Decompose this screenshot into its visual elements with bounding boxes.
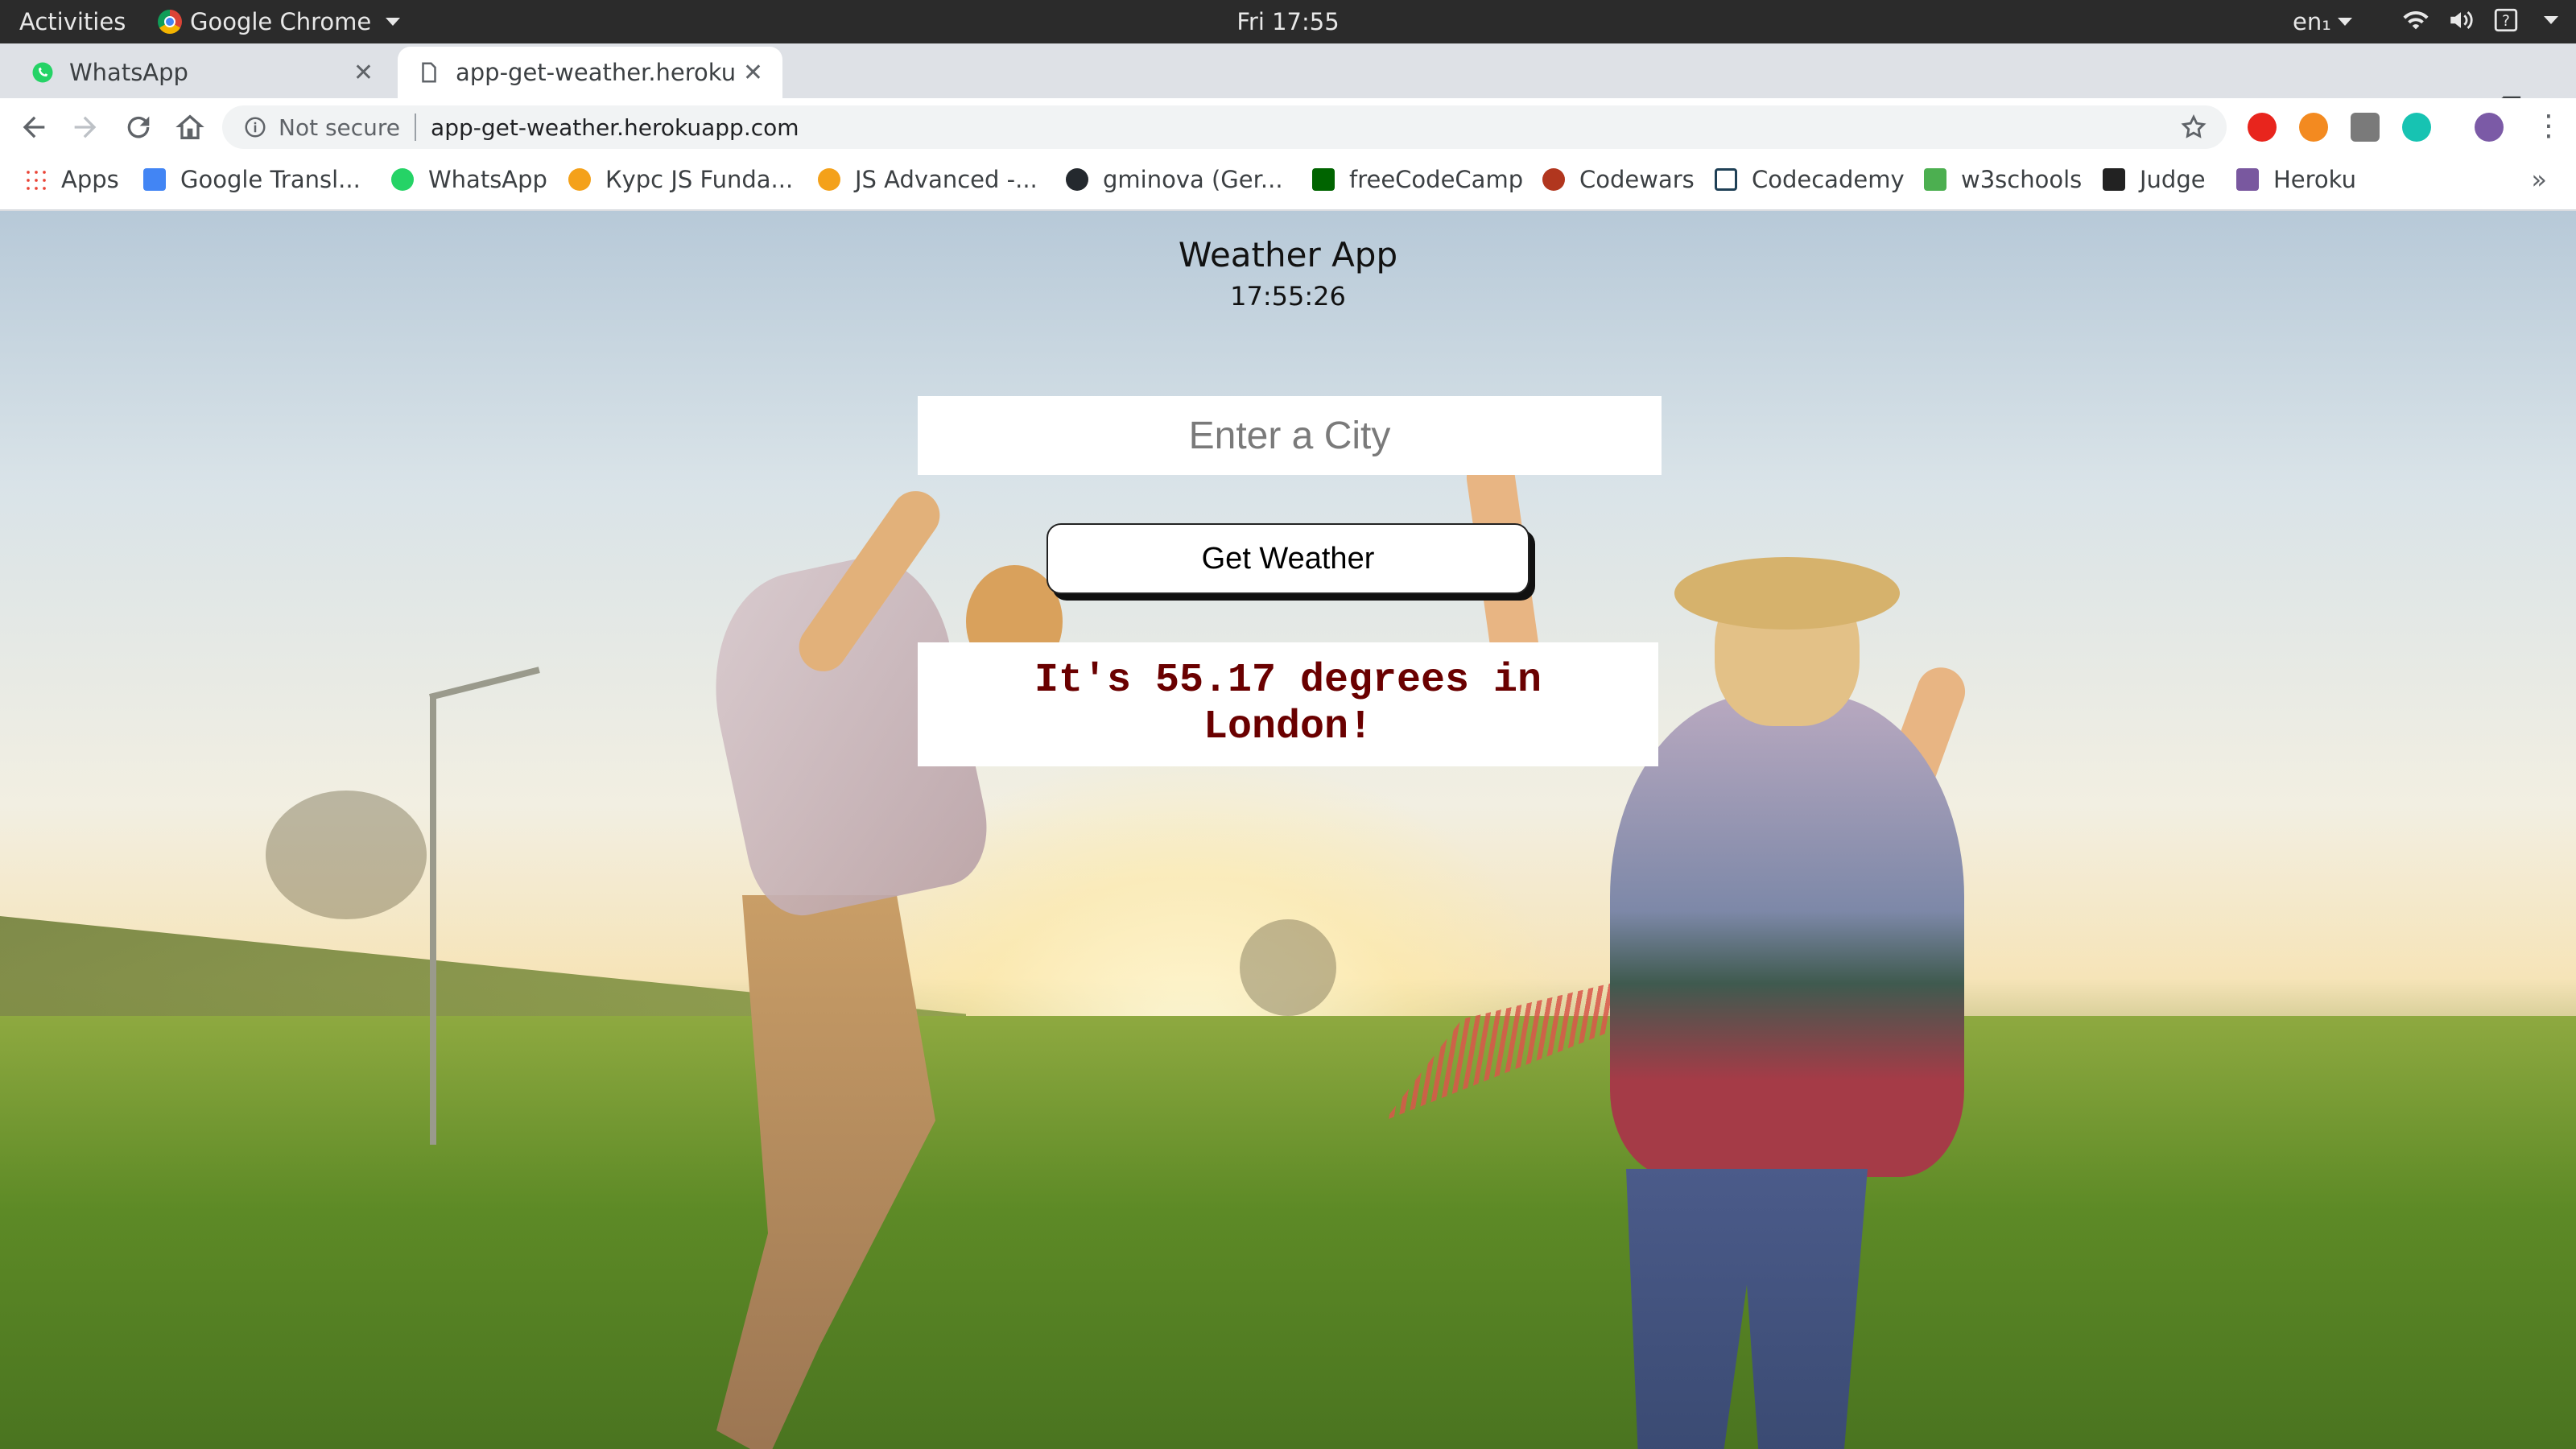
bookmark-github[interactable]: gminova (Ger... [1066, 166, 1283, 193]
w3schools-icon [1924, 168, 1946, 191]
google-translate-icon [143, 168, 166, 191]
bookmark-label: WhatsApp [428, 166, 547, 193]
tab-strip: WhatsApp ✕ app-get-weather.herokua ✕ + —… [0, 43, 2576, 133]
clock[interactable]: Fri 17:55 [1236, 8, 1339, 35]
browser-toolbar: Not secure app-get-weather.herokuapp.com… [0, 98, 2576, 156]
tab-title: WhatsApp [69, 59, 188, 86]
judge-icon [2103, 168, 2125, 191]
chevron-down-icon [386, 18, 401, 26]
background-grass [0, 1016, 2576, 1449]
bookmark-codecademy[interactable]: Codecademy [1715, 166, 1905, 193]
bookmark-codewars[interactable]: Codewars [1542, 166, 1695, 193]
bookmark-label: Google Transl... [180, 166, 361, 193]
bookmark-label: Курс JS Funda... [605, 166, 794, 193]
address-bar[interactable]: Not secure app-get-weather.herokuapp.com [222, 105, 2227, 149]
language-label: en₁ [2293, 8, 2331, 35]
bookmark-label: Codecademy [1752, 166, 1905, 193]
bookmark-whatsapp[interactable]: WhatsApp [391, 166, 547, 193]
language-indicator[interactable]: en₁ [2293, 8, 2352, 35]
volume-icon[interactable] [2447, 6, 2475, 34]
close-tab-icon[interactable]: ✕ [353, 59, 374, 87]
extension-icon[interactable] [2299, 113, 2328, 142]
github-icon [1066, 168, 1088, 191]
softuni-icon [818, 168, 840, 191]
svg-text:?: ? [2502, 13, 2510, 30]
system-menu-chevron-icon[interactable] [2544, 16, 2558, 24]
background-tree [266, 791, 427, 919]
codecademy-icon [1715, 168, 1737, 191]
app-header: Weather App 17:55:26 [0, 235, 2576, 312]
chrome-icon [158, 10, 182, 34]
bookmark-js-fundamentals[interactable]: Курс JS Funda... [568, 166, 793, 193]
security-label[interactable]: Not secure [279, 114, 400, 141]
chat-extension-icon[interactable] [2351, 113, 2380, 142]
apps-grid-icon [24, 168, 47, 191]
bookmark-label: gminova (Ger... [1103, 166, 1283, 193]
bookmarks-bar: Apps Google Transl... WhatsApp Курс JS F… [0, 156, 2576, 211]
activities-button[interactable]: Activities [19, 8, 126, 35]
info-icon[interactable] [243, 115, 267, 139]
bookmark-label: freeCodeCamp [1349, 166, 1524, 193]
more-bookmarks-icon[interactable]: » [2531, 164, 2547, 195]
grammar-extension-icon[interactable] [2402, 113, 2431, 142]
bookmark-js-advanced[interactable]: JS Advanced -... [818, 166, 1038, 193]
freecodecamp-icon [1312, 168, 1335, 191]
whatsapp-icon [391, 168, 414, 191]
forward-icon[interactable] [69, 111, 101, 143]
url-text[interactable]: app-get-weather.herokuapp.com [431, 114, 799, 141]
avatar[interactable] [2475, 113, 2504, 142]
background-tree [1240, 919, 1336, 1016]
menu-dots-icon[interactable]: ⋮ [2534, 109, 2563, 142]
wifi-icon[interactable] [2402, 6, 2429, 34]
close-tab-icon[interactable]: ✕ [743, 59, 763, 87]
bookmark-label: w3schools [1961, 166, 2083, 193]
app-menu[interactable]: Google Chrome [158, 8, 401, 35]
bookmark-label: Codewars [1579, 166, 1695, 193]
os-top-bar: Activities Google Chrome Fri 17:55 en₁ ? [0, 0, 2576, 43]
divider [415, 114, 417, 141]
city-input[interactable] [918, 396, 1662, 475]
background-person-sweater [1610, 694, 1964, 1177]
back-icon[interactable] [18, 111, 50, 143]
weather-result: It's 55.17 degrees in London! [1034, 658, 1542, 750]
bookmark-freecodecamp[interactable]: freeCodeCamp [1312, 166, 1523, 193]
codewars-icon [1542, 168, 1565, 191]
whatsapp-icon [32, 62, 53, 83]
bookmark-google-translate[interactable]: Google Transl... [143, 166, 361, 193]
bookmark-label: Judge [2140, 166, 2206, 193]
page-title: Weather App [1178, 235, 1398, 275]
background-streetlamp [430, 694, 436, 1145]
bookmark-label: JS Advanced -... [855, 166, 1038, 193]
result-panel: It's 55.17 degrees in London! [918, 642, 1658, 766]
page-icon [422, 62, 436, 83]
home-icon[interactable] [174, 111, 206, 143]
tab-title: app-get-weather.herokua [456, 59, 735, 86]
chevron-down-icon [2337, 18, 2352, 26]
tab-weather-app[interactable]: app-get-weather.herokua ✕ [398, 47, 782, 98]
get-weather-button[interactable]: Get Weather [1046, 523, 1530, 594]
current-time: 17:55:26 [1230, 281, 1346, 312]
app-menu-label: Google Chrome [190, 8, 372, 35]
bookmark-judge[interactable]: Judge [2103, 166, 2206, 193]
help-icon[interactable]: ? [2492, 6, 2520, 34]
opera-extension-icon[interactable] [2248, 113, 2277, 142]
tab-whatsapp[interactable]: WhatsApp ✕ [11, 47, 393, 98]
bookmark-label: Apps [61, 166, 119, 193]
heroku-icon [2236, 168, 2259, 191]
bookmark-w3schools[interactable]: w3schools [1924, 166, 2082, 193]
background-person-hat [1674, 557, 1900, 630]
bookmark-apps[interactable]: Apps [24, 166, 119, 193]
softuni-icon [568, 168, 591, 191]
page-content: Weather App 17:55:26 Get Weather It's 55… [0, 211, 2576, 1449]
reload-icon[interactable] [122, 111, 155, 143]
bookmark-label: Heroku [2273, 166, 2356, 193]
bookmark-star-icon[interactable] [2180, 114, 2207, 141]
bookmark-heroku[interactable]: Heroku [2236, 166, 2356, 193]
